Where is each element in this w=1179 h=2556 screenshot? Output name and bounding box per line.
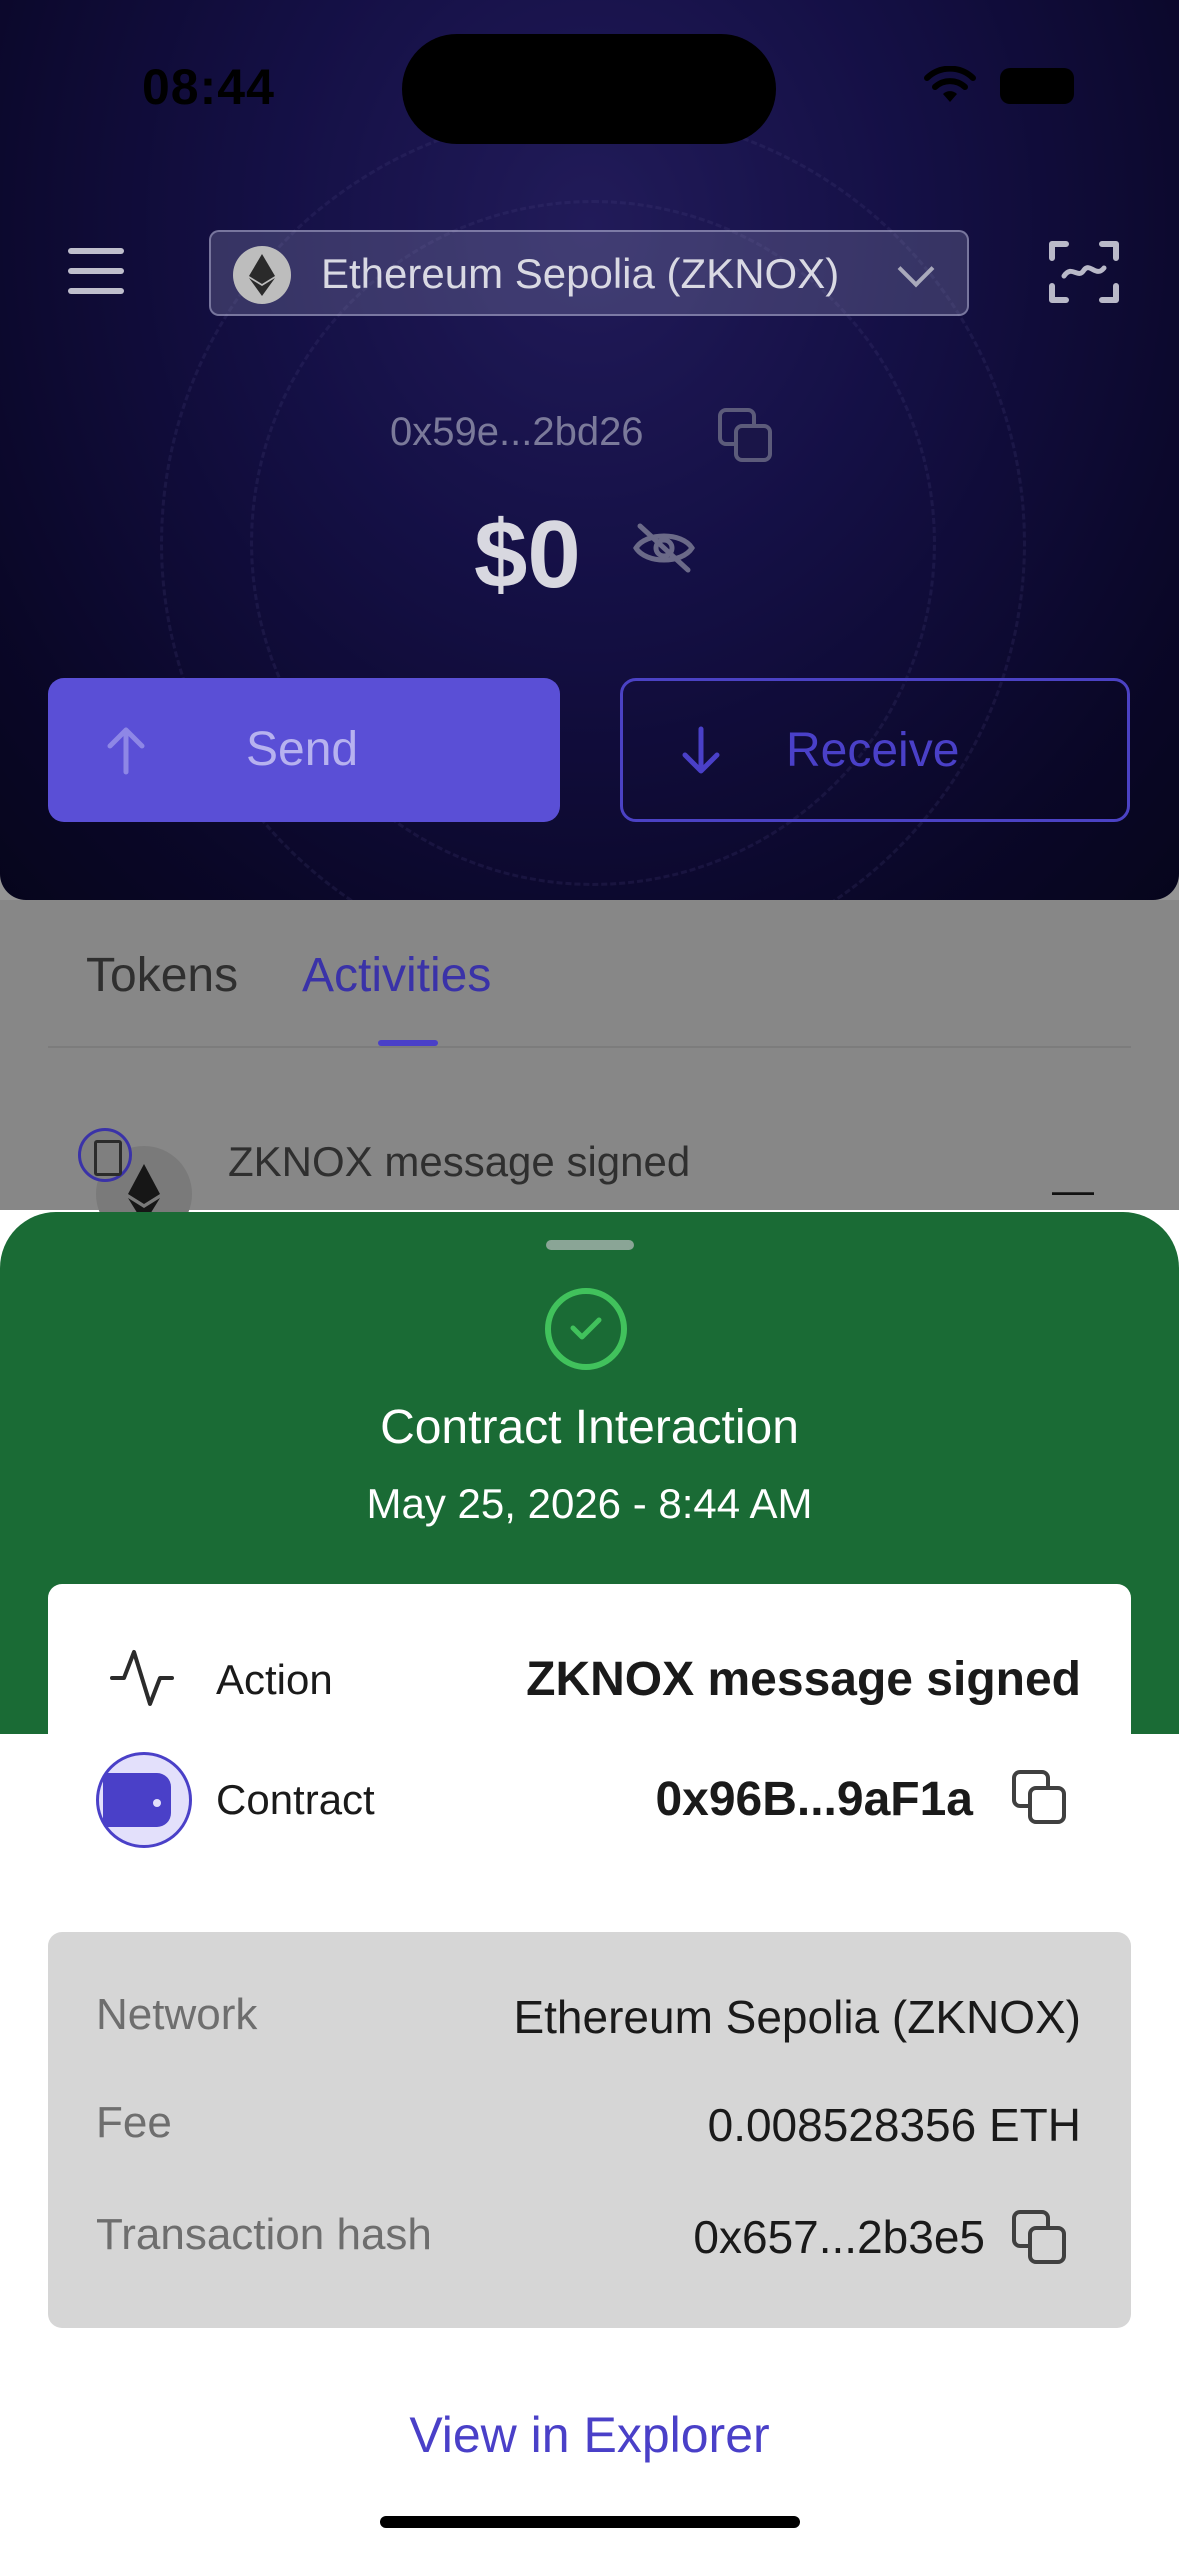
network-selector[interactable]: Ethereum Sepolia (ZKNOX) <box>209 230 969 316</box>
scan-icon[interactable] <box>1048 240 1120 304</box>
send-label: Send <box>246 723 359 776</box>
success-check-icon <box>545 1288 627 1370</box>
contract-label: Contract <box>216 1776 375 1823</box>
send-button[interactable]: Send <box>48 678 560 822</box>
sheet-handle[interactable] <box>546 1240 634 1250</box>
dynamic-island <box>402 34 776 144</box>
chevron-down-icon <box>897 250 935 288</box>
contract-value: 0x96B...9aF1a <box>655 1773 973 1826</box>
network-label: Network <box>96 1990 258 2039</box>
battery-icon <box>1000 68 1074 104</box>
document-icon <box>78 1128 132 1182</box>
action-value: ZKNOX message signed <box>526 1653 1081 1706</box>
tabs-divider <box>48 1046 1131 1048</box>
fee-value: 0.008528356 ETH <box>707 2099 1081 2151</box>
arrow-down-icon <box>682 726 720 774</box>
tab-tokens[interactable]: Tokens <box>86 948 238 1003</box>
wallet-address: 0x59e...2bd26 <box>390 410 644 454</box>
wallet-balance: $0 <box>474 501 581 608</box>
receive-label: Receive <box>786 724 960 777</box>
contract-wallet-icon <box>96 1752 192 1848</box>
receive-button[interactable]: Receive <box>620 678 1130 822</box>
hash-label: Transaction hash <box>96 2210 432 2259</box>
tab-activities[interactable]: Activities <box>302 948 491 1003</box>
arrow-up-icon <box>107 727 145 775</box>
activity-pulse-icon <box>110 1650 174 1706</box>
ethereum-icon <box>233 246 291 304</box>
menu-icon[interactable] <box>56 230 136 310</box>
home-indicator <box>380 2516 800 2528</box>
activity-amount: — <box>1052 1166 1094 1213</box>
network-label: Ethereum Sepolia (ZKNOX) <box>321 250 840 297</box>
status-time: 08:44 <box>142 59 275 115</box>
hash-value[interactable]: 0x657...2b3e5 <box>693 2210 985 2264</box>
fee-label: Fee <box>96 2098 172 2147</box>
action-label: Action <box>216 1656 333 1703</box>
copy-contract-icon[interactable] <box>1012 1770 1070 1828</box>
view-in-explorer-link[interactable]: View in Explorer <box>0 2406 1179 2464</box>
eye-off-icon[interactable] <box>632 520 696 576</box>
wifi-icon <box>924 66 976 102</box>
copy-address-icon[interactable] <box>718 408 774 464</box>
activity-title[interactable]: ZKNOX message signed <box>228 1138 690 1186</box>
sheet-title: Contract Interaction <box>380 1401 799 1454</box>
sheet-date: May 25, 2026 - 8:44 AM <box>366 1480 813 1527</box>
network-value: Ethereum Sepolia (ZKNOX) <box>513 1991 1081 2043</box>
copy-hash-icon[interactable] <box>1012 2210 1070 2268</box>
